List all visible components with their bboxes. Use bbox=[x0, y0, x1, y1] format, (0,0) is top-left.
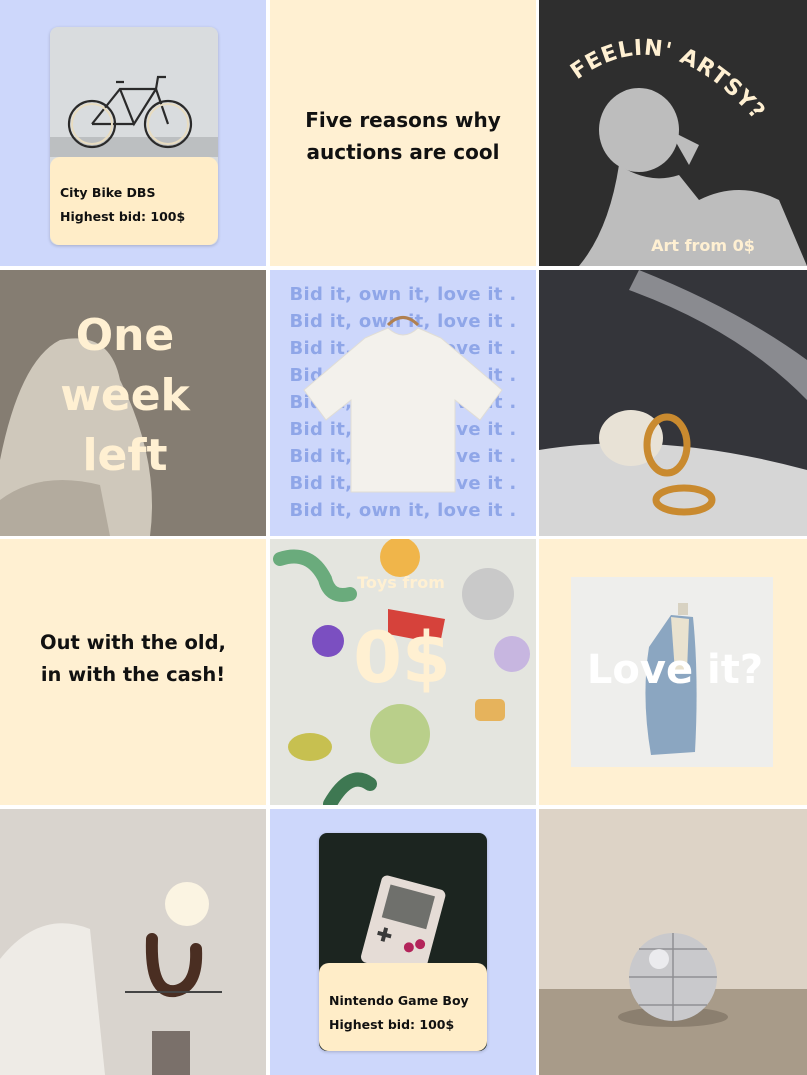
tile-out-with-old[interactable]: Out with the old, in with the cash! bbox=[0, 539, 266, 805]
green-flower-icon bbox=[370, 704, 430, 764]
five-reasons-line1: Five reasons why bbox=[305, 108, 501, 132]
tile-feelin-artsy[interactable]: FEELIN' ARTSY? Art from 0$ bbox=[539, 0, 807, 266]
tile-toys[interactable]: Toys from 0$ bbox=[270, 539, 536, 805]
stone-icon bbox=[599, 410, 663, 466]
bike-card-title: City Bike DBS bbox=[60, 185, 156, 200]
toys-price: 0$ bbox=[353, 617, 451, 699]
tshirt-icon bbox=[303, 316, 503, 493]
tile-disco-ball[interactable] bbox=[539, 809, 807, 1075]
tile-bike-auction[interactable]: City Bike DBS Highest bid: 100$ bbox=[0, 0, 266, 266]
one-week-word2: week bbox=[60, 370, 190, 421]
white-chair-icon bbox=[0, 923, 105, 1075]
bike-card[interactable]: City Bike DBS Highest bid: 100$ bbox=[50, 27, 218, 245]
out-with-old-line2: in with the cash! bbox=[40, 663, 226, 686]
tile-gameboy-auction[interactable]: Nintendo Game Boy Highest bid: 100$ bbox=[270, 809, 536, 1075]
toys-from-label: Toys from bbox=[357, 573, 445, 592]
bike-card-bid: Highest bid: 100$ bbox=[60, 209, 186, 224]
one-week-word3: left bbox=[82, 430, 168, 481]
statue-photo: FEELIN' ARTSY? bbox=[539, 0, 807, 266]
jewelry-photo bbox=[539, 270, 807, 536]
globe-lamp-icon bbox=[165, 882, 209, 926]
love-it-text: Love it? bbox=[586, 647, 764, 693]
tile-five-reasons[interactable]: Five reasons why auctions are cool bbox=[270, 0, 536, 266]
one-week-word1: One bbox=[75, 310, 175, 361]
tile-one-week-left[interactable]: One week left bbox=[0, 270, 266, 536]
artsy-subtitle: Art from 0$ bbox=[651, 236, 755, 255]
gameboy-card-bid: Highest bid: 100$ bbox=[329, 1017, 455, 1032]
lamp-photo bbox=[0, 809, 266, 1075]
disco-photo bbox=[539, 809, 807, 1075]
tile-lamp-chair[interactable] bbox=[0, 809, 266, 1075]
five-reasons-line2: auctions are cool bbox=[306, 140, 500, 164]
gameboy-card[interactable]: Nintendo Game Boy Highest bid: 100$ bbox=[319, 833, 487, 1051]
out-with-old-line1: Out with the old, bbox=[40, 631, 226, 654]
tile-love-it[interactable]: Love it? bbox=[539, 539, 807, 805]
tile-jewelry[interactable] bbox=[539, 270, 807, 536]
gameboy-card-info: Nintendo Game Boy Highest bid: 100$ bbox=[319, 963, 487, 1051]
eye-shape-icon bbox=[288, 733, 332, 761]
bike-card-info: City Bike DBS Highest bid: 100$ bbox=[50, 157, 218, 245]
gameboy-card-title: Nintendo Game Boy bbox=[329, 993, 469, 1008]
tile-bid-it-pattern[interactable]: Bid it, own it, love it . Bid it, own it… bbox=[270, 270, 536, 536]
